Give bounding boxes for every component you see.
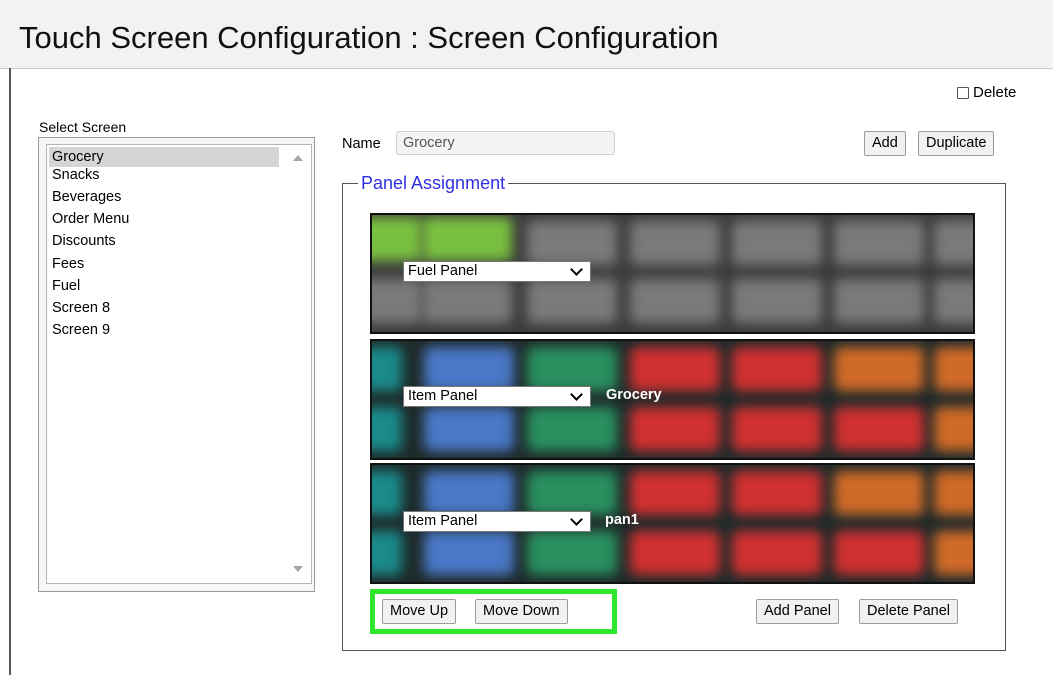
panel-tile	[424, 531, 514, 575]
name-label: Name	[342, 136, 381, 152]
panel-caption-2: Grocery	[606, 387, 662, 403]
panel-caption-3: pan1	[605, 512, 639, 528]
panel-tile	[372, 217, 422, 261]
panel-type-select-3-value: Item Panel	[408, 513, 478, 529]
screen-list-item-discounts[interactable]: Discounts	[49, 231, 279, 251]
panel-tile	[934, 407, 973, 451]
panel-tile	[630, 279, 720, 323]
panel-tile	[934, 347, 973, 391]
panel-tile	[527, 531, 617, 575]
panel-tile	[732, 407, 822, 451]
screen-list-item-beverages[interactable]: Beverages	[49, 187, 279, 207]
panel-type-select-1[interactable]: Fuel Panel	[403, 261, 591, 282]
screen-list-item-screen-9[interactable]: Screen 9	[49, 320, 279, 340]
move-down-button[interactable]: Move Down	[475, 599, 568, 624]
panel-tile	[630, 221, 720, 265]
panel-type-select-1-value: Fuel Panel	[408, 263, 478, 279]
delete-checkbox-row[interactable]: Delete	[957, 84, 1016, 101]
panel-assignment-legend: Panel Assignment	[358, 173, 509, 194]
add-panel-button[interactable]: Add Panel	[756, 599, 839, 624]
panel-tile	[934, 471, 973, 515]
name-input[interactable]	[396, 131, 615, 155]
panel-tile	[527, 221, 617, 265]
panel-tile	[372, 471, 402, 515]
panel-tile	[834, 471, 924, 515]
chevron-down-icon	[570, 513, 583, 526]
panel-tile	[630, 347, 720, 391]
panel-tile	[834, 221, 924, 265]
panel-tile	[934, 279, 973, 323]
left-divider	[9, 68, 11, 675]
panel-tile	[934, 531, 973, 575]
panel-tile	[630, 531, 720, 575]
panel-type-select-2[interactable]: Item Panel	[403, 386, 591, 407]
select-screen-label: Select Screen	[39, 119, 127, 135]
panel-tile	[422, 217, 512, 261]
panel-tile	[834, 531, 924, 575]
delete-checkbox-label: Delete	[973, 84, 1017, 101]
screen-list-item-fees[interactable]: Fees	[49, 254, 279, 274]
panel-tile	[732, 471, 822, 515]
scroll-down-arrow-icon[interactable]	[293, 566, 303, 572]
panel-tile	[834, 407, 924, 451]
chevron-down-icon	[570, 388, 583, 401]
screen-list-item-fuel[interactable]: Fuel	[49, 276, 279, 296]
panel-tile	[630, 407, 720, 451]
panel-tile	[424, 347, 514, 391]
panel-tile	[527, 407, 617, 451]
panel-tile	[934, 221, 973, 265]
chevron-down-icon	[570, 263, 583, 276]
panel-tile	[732, 279, 822, 323]
add-button[interactable]: Add	[864, 131, 906, 156]
panel-tile	[424, 407, 514, 451]
panel-tile	[527, 347, 617, 391]
panel-tile	[422, 279, 512, 323]
screen-list-item-screen-8[interactable]: Screen 8	[49, 298, 279, 318]
page-title: Touch Screen Configuration : Screen Conf…	[19, 20, 719, 55]
move-up-button[interactable]: Move Up	[382, 599, 457, 624]
duplicate-button[interactable]: Duplicate	[918, 131, 995, 156]
panel-tile	[732, 347, 822, 391]
select-screen-listbox[interactable]: Grocery Snacks Beverages Order Menu Disc…	[38, 137, 315, 592]
panel-tile	[834, 347, 924, 391]
panel-tile	[372, 407, 402, 451]
delete-checkbox[interactable]	[957, 86, 969, 99]
panel-tile	[527, 471, 617, 515]
panel-tile	[372, 279, 422, 323]
panel-tile	[732, 531, 822, 575]
screen-list[interactable]: Grocery Snacks Beverages Order Menu Disc…	[46, 144, 312, 584]
panel-tile	[630, 471, 720, 515]
panel-type-select-3[interactable]: Item Panel	[403, 511, 591, 532]
screen-list-item-grocery[interactable]: Grocery	[49, 147, 279, 167]
delete-panel-button[interactable]: Delete Panel	[859, 599, 959, 624]
panel-tile	[732, 221, 822, 265]
screen-list-item-order-menu[interactable]: Order Menu	[49, 209, 279, 229]
panel-tile	[834, 279, 924, 323]
panel-tile	[372, 347, 402, 391]
panel-type-select-2-value: Item Panel	[408, 388, 478, 404]
panel-tile	[424, 471, 514, 515]
title-bar: Touch Screen Configuration : Screen Conf…	[0, 0, 1053, 69]
panel-tile	[372, 531, 402, 575]
panel-tile	[527, 279, 617, 323]
screen-list-item-snacks[interactable]: Snacks	[49, 165, 279, 185]
scroll-up-arrow-icon[interactable]	[293, 155, 303, 161]
